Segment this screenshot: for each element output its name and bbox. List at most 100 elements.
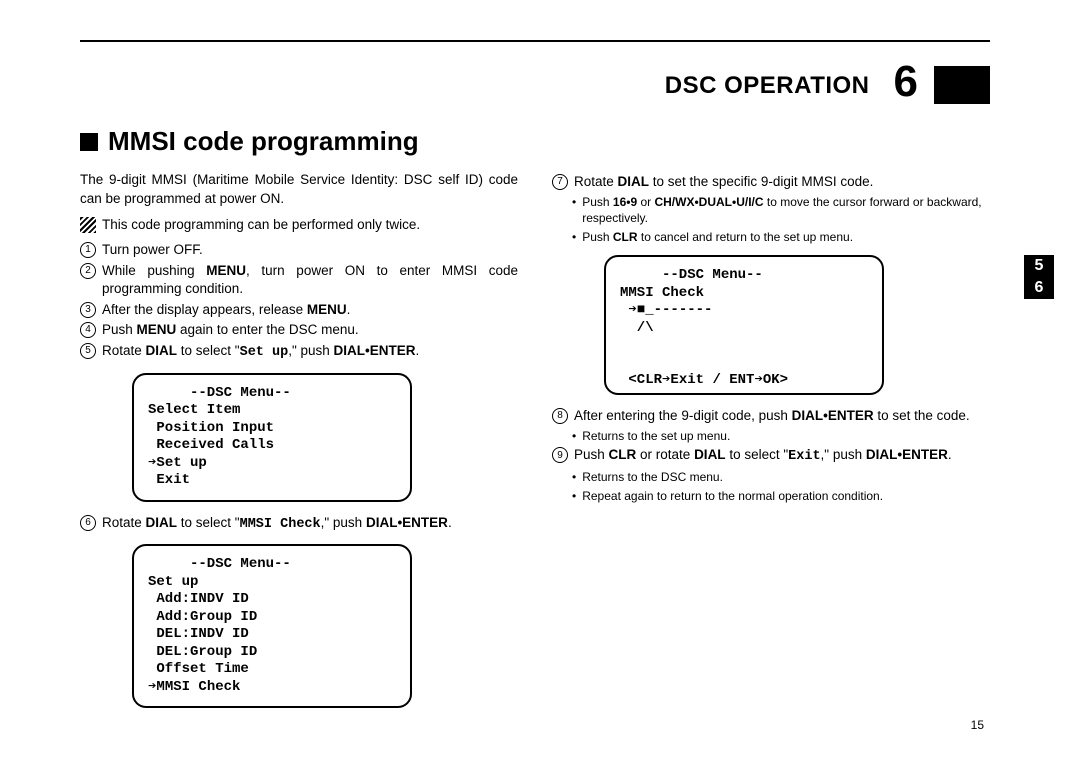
step-num-8: 8	[552, 408, 568, 424]
t: Push CLR to cancel and return to the set…	[582, 229, 853, 246]
t: ," push	[288, 343, 333, 358]
step-num-3: 3	[80, 302, 96, 318]
step-6-body: Rotate DIAL to select "MMSI Check," push…	[102, 514, 518, 535]
t: Push	[582, 195, 613, 209]
kw-dial-enter: DIAL•ENTER	[866, 447, 948, 462]
t: to cancel and return to the set up menu.	[638, 230, 853, 244]
kw-clr: CLR	[609, 447, 637, 462]
step-3-body: After the display appears, release MENU.	[102, 301, 518, 320]
t: or	[637, 195, 654, 209]
step-num-4: 4	[80, 322, 96, 338]
kw-dial-enter: DIAL•ENTER	[334, 343, 416, 358]
page-header: DSC OPERATION 6	[80, 40, 990, 98]
t: Rotate	[574, 174, 618, 189]
section-bullet-icon	[80, 133, 98, 151]
t: to select "	[177, 515, 240, 530]
kw-menu: MENU	[137, 322, 177, 337]
lcd-text: Set up	[240, 345, 289, 360]
kw-chwx: CH/WX•DUAL•U/I/C	[654, 195, 763, 209]
t: Returns to the DSC menu.	[582, 469, 723, 486]
step-2: 2 While pushing MENU, turn power ON to e…	[80, 262, 518, 299]
step-9-body: Push CLR or rotate DIAL to select "Exit,…	[574, 446, 990, 467]
kw-dial: DIAL	[146, 515, 178, 530]
t: to set the code.	[874, 408, 970, 423]
step-8: 8 After entering the 9-digit code, push …	[552, 407, 990, 426]
t: .	[948, 447, 952, 462]
note-row: This code programming can be performed o…	[80, 216, 518, 235]
t: ," push	[821, 447, 866, 462]
t: After the display appears, release	[102, 302, 307, 317]
step-7-bullet-2: Push CLR to cancel and return to the set…	[572, 229, 990, 246]
tab-6: 6	[1024, 277, 1054, 299]
t: or rotate	[636, 447, 694, 462]
t: Push	[574, 447, 609, 462]
right-column: 7 Rotate DIAL to set the specific 9-digi…	[552, 171, 990, 720]
content-columns: The 9-digit MMSI (Maritime Mobile Servic…	[80, 171, 990, 720]
kw-clr: CLR	[613, 230, 638, 244]
kw-dial-enter: DIAL•ENTER	[792, 408, 874, 423]
t: Push	[582, 230, 613, 244]
step-num-9: 9	[552, 447, 568, 463]
step-9: 9 Push CLR or rotate DIAL to select "Exi…	[552, 446, 990, 467]
t: Push 16•9 or CH/WX•DUAL•U/I/C to move th…	[582, 194, 990, 227]
step-6: 6 Rotate DIAL to select "MMSI Check," pu…	[80, 514, 518, 535]
kw-dial: DIAL	[694, 447, 726, 462]
kw-dial-enter: DIAL•ENTER	[366, 515, 448, 530]
header-black-bar	[934, 66, 990, 104]
step-num-1: 1	[80, 242, 96, 258]
step-5-body: Rotate DIAL to select "Set up," push DIA…	[102, 342, 518, 363]
left-column: The 9-digit MMSI (Maritime Mobile Servic…	[80, 171, 518, 720]
step-2-body: While pushing MENU, turn power ON to ent…	[102, 262, 518, 299]
t: Push	[102, 322, 137, 337]
step-7-bullet-1: Push 16•9 or CH/WX•DUAL•U/I/C to move th…	[572, 194, 990, 227]
t: .	[416, 343, 420, 358]
step-num-2: 2	[80, 263, 96, 279]
lcd-display-1: --DSC Menu-- Select Item Position Input …	[132, 373, 412, 502]
tab-5: 5	[1024, 255, 1054, 277]
step-9-bullet-1: Returns to the DSC menu.	[572, 469, 990, 486]
note-text: This code programming can be performed o…	[102, 216, 420, 235]
step-1-body: Turn power OFF.	[102, 241, 518, 260]
t: to set the specific 9-digit MMSI code.	[649, 174, 873, 189]
step-5: 5 Rotate DIAL to select "Set up," push D…	[80, 342, 518, 363]
t: While pushing	[102, 263, 206, 278]
t: After entering the 9-digit code, push	[574, 408, 792, 423]
t: .	[347, 302, 351, 317]
kw-menu: MENU	[206, 263, 246, 278]
step-num-5: 5	[80, 343, 96, 359]
step-3: 3 After the display appears, release MEN…	[80, 301, 518, 320]
side-tab: 5 6	[1024, 255, 1054, 299]
section-heading: MMSI code programming	[80, 126, 990, 157]
t: Rotate	[102, 515, 146, 530]
step-num-6: 6	[80, 515, 96, 531]
step-4-body: Push MENU again to enter the DSC menu.	[102, 321, 518, 340]
t: ," push	[321, 515, 366, 530]
kw-dial: DIAL	[618, 174, 650, 189]
step-1: 1 Turn power OFF.	[80, 241, 518, 260]
t: Rotate	[102, 343, 146, 358]
page-number: 15	[971, 718, 984, 732]
intro-paragraph: The 9-digit MMSI (Maritime Mobile Servic…	[80, 171, 518, 208]
kw-dial: DIAL	[146, 343, 178, 358]
chapter-title: DSC OPERATION	[665, 74, 870, 98]
lcd-text: MMSI Check	[240, 517, 321, 532]
step-4: 4 Push MENU again to enter the DSC menu.	[80, 321, 518, 340]
step-num-7: 7	[552, 174, 568, 190]
kw-169: 16•9	[613, 195, 637, 209]
lcd-display-2: --DSC Menu-- Set up Add:INDV ID Add:Grou…	[132, 544, 412, 708]
step-8-body: After entering the 9-digit code, push DI…	[574, 407, 990, 426]
step-7-body: Rotate DIAL to set the specific 9-digit …	[574, 173, 990, 192]
t: .	[448, 515, 452, 530]
step-9-bullet-2: Repeat again to return to the normal ope…	[572, 488, 990, 505]
chapter-number: 6	[894, 60, 918, 104]
t: again to enter the DSC menu.	[176, 322, 358, 337]
hatch-icon	[80, 217, 96, 233]
t: to select "	[177, 343, 240, 358]
t: Returns to the set up menu.	[582, 428, 730, 445]
lcd-text: Exit	[788, 449, 820, 464]
section-title: MMSI code programming	[108, 126, 419, 157]
step-8-bullet: Returns to the set up menu.	[572, 428, 990, 445]
lcd-display-3: --DSC Menu-- MMSI Check ➔■_------- /\ <C…	[604, 255, 884, 395]
kw-menu: MENU	[307, 302, 347, 317]
t: Repeat again to return to the normal ope…	[582, 488, 883, 505]
